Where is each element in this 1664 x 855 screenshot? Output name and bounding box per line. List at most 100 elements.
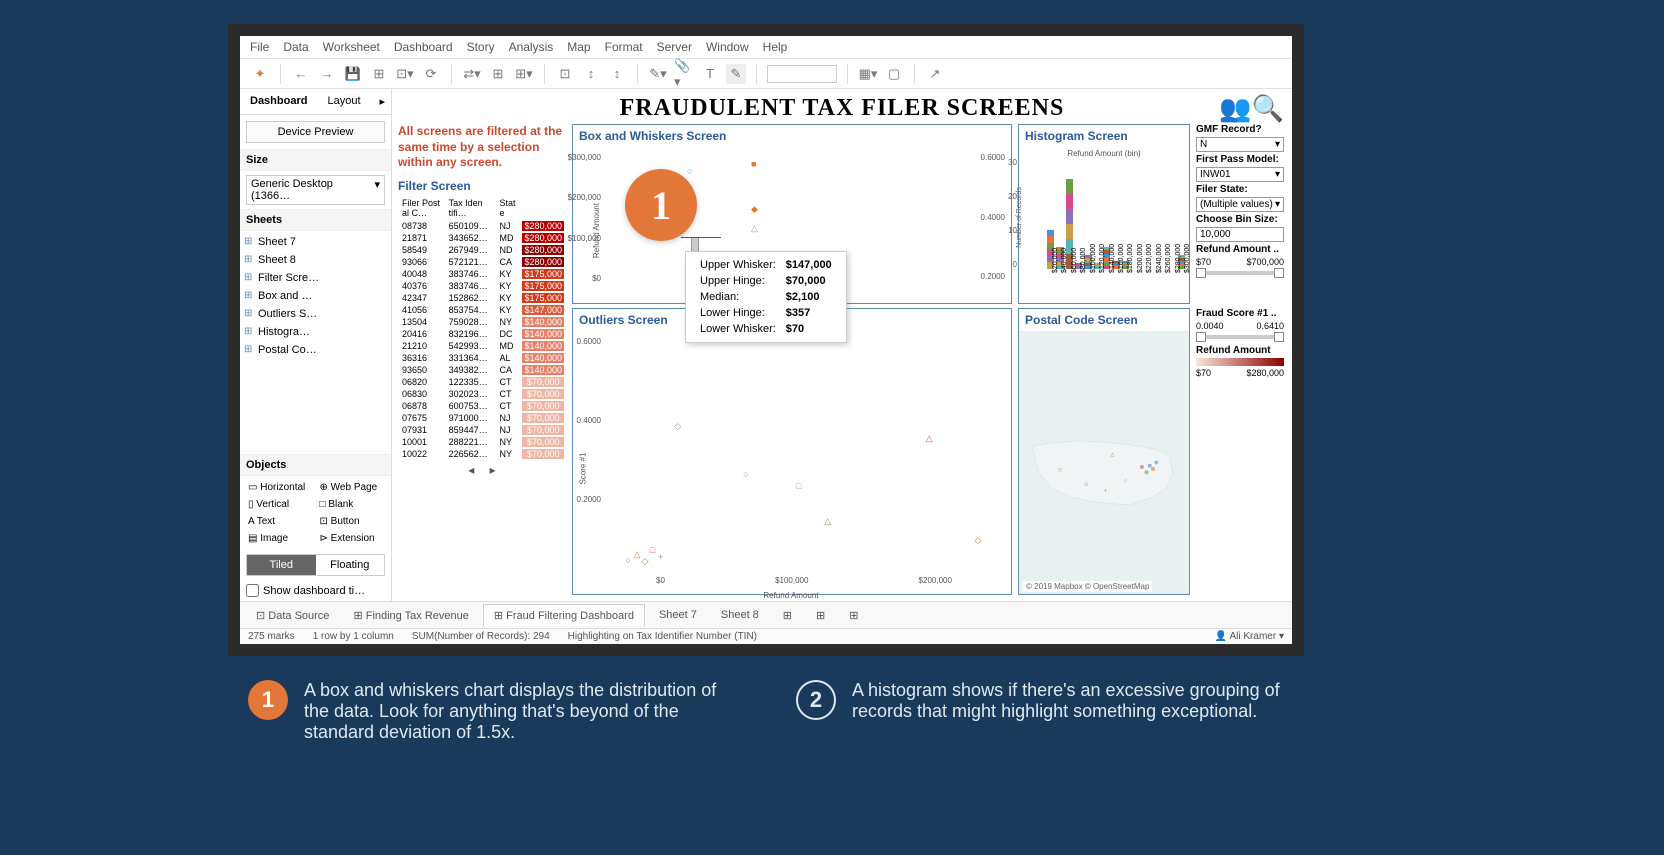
sort-desc-icon[interactable]: ↕ bbox=[607, 64, 627, 84]
postal-code-screen[interactable]: Postal Code Screen △ ▽ ◇ bbox=[1018, 308, 1190, 595]
sort-icon[interactable]: ↕ bbox=[581, 64, 601, 84]
state-dropdown[interactable]: (Multiple values)▾ bbox=[1196, 197, 1284, 212]
page-prev-icon[interactable]: ◂ bbox=[462, 463, 480, 477]
forward-icon[interactable]: → bbox=[317, 64, 337, 84]
size-dropdown[interactable]: Generic Desktop (1366…▾ bbox=[246, 175, 385, 205]
menu-dashboard[interactable]: Dashboard bbox=[394, 40, 453, 54]
table-row[interactable]: 06830302023…CT$70,000 bbox=[400, 389, 564, 399]
bin-input[interactable] bbox=[1196, 227, 1284, 242]
sort-asc-icon[interactable]: ⊞ bbox=[488, 64, 508, 84]
tableau-logo-icon[interactable]: ✦ bbox=[250, 64, 270, 84]
table-row[interactable]: 58549267949…ND$280,000 bbox=[400, 245, 564, 255]
new-data-icon[interactable]: ⊞ bbox=[369, 64, 389, 84]
menu-data[interactable]: Data bbox=[283, 40, 308, 54]
new-dashboard-icon[interactable]: ⊞ bbox=[806, 605, 835, 626]
tab-sheet8[interactable]: Sheet 8 bbox=[711, 605, 769, 625]
swap-icon[interactable]: ⇄▾ bbox=[462, 64, 482, 84]
outliers-screen[interactable]: Outliers Screen 0.6000 0.4000 0.2000 Sco… bbox=[572, 308, 1012, 595]
show-me-icon[interactable]: ▦▾ bbox=[858, 64, 878, 84]
menu-map[interactable]: Map bbox=[567, 40, 590, 54]
table-row[interactable]: 21210542993…MD$140,000 bbox=[400, 341, 564, 351]
more-icon[interactable]: ▸ bbox=[373, 89, 391, 114]
menu-analysis[interactable]: Analysis bbox=[509, 40, 554, 54]
sheet-item[interactable]: Filter Scre… bbox=[240, 269, 391, 287]
table-row[interactable]: 06820122335…CT$70,000 bbox=[400, 377, 564, 387]
filter-table[interactable]: Filer Post al C… Tax Iden tifi… Stat e 0… bbox=[398, 195, 566, 461]
tab-fraud-dashboard[interactable]: ⊞ Fraud Filtering Dashboard bbox=[483, 604, 645, 626]
group-icon[interactable]: ⊞▾ bbox=[514, 64, 534, 84]
new-story-icon[interactable]: ⊞ bbox=[839, 605, 868, 626]
highlight-icon[interactable]: ✎▾ bbox=[648, 64, 668, 84]
map-canvas[interactable]: △ ▽ ◇ + ○ bbox=[1019, 333, 1189, 601]
table-row[interactable]: 93066572121…CA$280,000 bbox=[400, 257, 564, 267]
presentation-icon[interactable]: ▢ bbox=[884, 64, 904, 84]
table-row[interactable]: 40376383746…KY$175,000 bbox=[400, 281, 564, 291]
object-text[interactable]: A Text bbox=[246, 514, 314, 529]
new-sheet-icon[interactable]: ⊞ bbox=[773, 605, 802, 626]
object-image[interactable]: ▤ Image bbox=[246, 531, 314, 546]
table-row[interactable]: 13504759028…NY$140,000 bbox=[400, 317, 564, 327]
tab-datasource[interactable]: ⊡ Data Source bbox=[246, 605, 339, 626]
model-dropdown[interactable]: INW01▾ bbox=[1196, 167, 1284, 182]
sheet-item[interactable]: Postal Co… bbox=[240, 341, 391, 359]
object-extension[interactable]: ⊳ Extension bbox=[318, 531, 386, 546]
text-icon[interactable]: T bbox=[700, 64, 720, 84]
table-row[interactable]: 21871343652…MD$280,000 bbox=[400, 233, 564, 243]
menu-window[interactable]: Window bbox=[706, 40, 749, 54]
fit-dropdown[interactable] bbox=[767, 65, 837, 83]
pin-icon[interactable]: 📎▾ bbox=[674, 64, 694, 84]
table-row[interactable]: 07931859447…NJ$70,000 bbox=[400, 425, 564, 435]
table-row[interactable]: 20416832196…DC$140,000 bbox=[400, 329, 564, 339]
object-button[interactable]: ⊡ Button bbox=[318, 514, 386, 529]
menu-format[interactable]: Format bbox=[605, 40, 643, 54]
tab-dashboard[interactable]: Dashboard bbox=[240, 89, 317, 114]
menu-story[interactable]: Story bbox=[467, 40, 495, 54]
mark-label-icon[interactable]: ✎ bbox=[726, 64, 746, 84]
sheet-item[interactable]: Histogra… bbox=[240, 323, 391, 341]
device-preview-button[interactable]: Device Preview bbox=[246, 121, 385, 143]
sheet-item[interactable]: Sheet 7 bbox=[240, 233, 391, 251]
floating-button[interactable]: Floating bbox=[316, 555, 385, 575]
tab-finding[interactable]: ⊞ Finding Tax Revenue bbox=[343, 605, 478, 626]
menu-help[interactable]: Help bbox=[763, 40, 788, 54]
object-blank[interactable]: □ Blank bbox=[318, 497, 386, 512]
box-whisker-screen[interactable]: Box and Whiskers Screen $300,000 $200,00… bbox=[572, 124, 1012, 304]
table-row[interactable]: 10022226562…NY$70,000 bbox=[400, 449, 564, 459]
menu-server[interactable]: Server bbox=[657, 40, 692, 54]
histogram-screen[interactable]: Histogram Screen Refund Amount (bin) 30 … bbox=[1018, 124, 1190, 304]
object-webpage[interactable]: ⊕ Web Page bbox=[318, 480, 386, 495]
object-vertical[interactable]: ▯ Vertical bbox=[246, 497, 314, 512]
score-slider[interactable] bbox=[1196, 335, 1284, 339]
new-worksheet-icon[interactable]: ⊡▾ bbox=[395, 64, 415, 84]
sheet-item[interactable]: Box and … bbox=[240, 287, 391, 305]
save-icon[interactable]: 💾 bbox=[343, 64, 363, 84]
table-row[interactable]: 06878600753…CT$70,000 bbox=[400, 401, 564, 411]
callout-text-2: A histogram shows if there's an excessiv… bbox=[852, 680, 1284, 722]
table-row[interactable]: 42347152862…KY$175,000 bbox=[400, 293, 564, 303]
menu-worksheet[interactable]: Worksheet bbox=[323, 40, 380, 54]
postal-title: Postal Code Screen bbox=[1019, 309, 1189, 331]
menu-file[interactable]: File bbox=[250, 40, 269, 54]
refund-slider[interactable] bbox=[1196, 271, 1284, 275]
gmf-dropdown[interactable]: N▾ bbox=[1196, 137, 1284, 152]
table-row[interactable]: 36316331364…AL$140,000 bbox=[400, 353, 564, 363]
table-row[interactable]: 10001288221…NY$70,000 bbox=[400, 437, 564, 447]
tab-sheet7[interactable]: Sheet 7 bbox=[649, 605, 707, 625]
page-next-icon[interactable]: ▸ bbox=[484, 463, 502, 477]
totals-icon[interactable]: ⊡ bbox=[555, 64, 575, 84]
sheet-item[interactable]: Sheet 8 bbox=[240, 251, 391, 269]
table-row[interactable]: 07675971000…NJ$70,000 bbox=[400, 413, 564, 423]
table-row[interactable]: 93650349382…CA$140,000 bbox=[400, 365, 564, 375]
tab-layout[interactable]: Layout bbox=[317, 89, 370, 114]
share-icon[interactable]: ↗ bbox=[925, 64, 945, 84]
table-row[interactable]: 40048383746…KY$175,000 bbox=[400, 269, 564, 279]
sheet-item[interactable]: Outliers S… bbox=[240, 305, 391, 323]
object-horizontal[interactable]: ▭ Horizontal bbox=[246, 480, 314, 495]
table-row[interactable]: 08738650109…NJ$280,000 bbox=[400, 221, 564, 231]
tiled-button[interactable]: Tiled bbox=[247, 555, 316, 575]
refresh-icon[interactable]: ⟳ bbox=[421, 64, 441, 84]
back-icon[interactable]: ← bbox=[291, 64, 311, 84]
status-user[interactable]: 👤 Ali Kramer ▾ bbox=[1215, 631, 1284, 642]
table-row[interactable]: 41056853754…KY$147,000 bbox=[400, 305, 564, 315]
show-title-checkbox[interactable] bbox=[246, 584, 259, 597]
